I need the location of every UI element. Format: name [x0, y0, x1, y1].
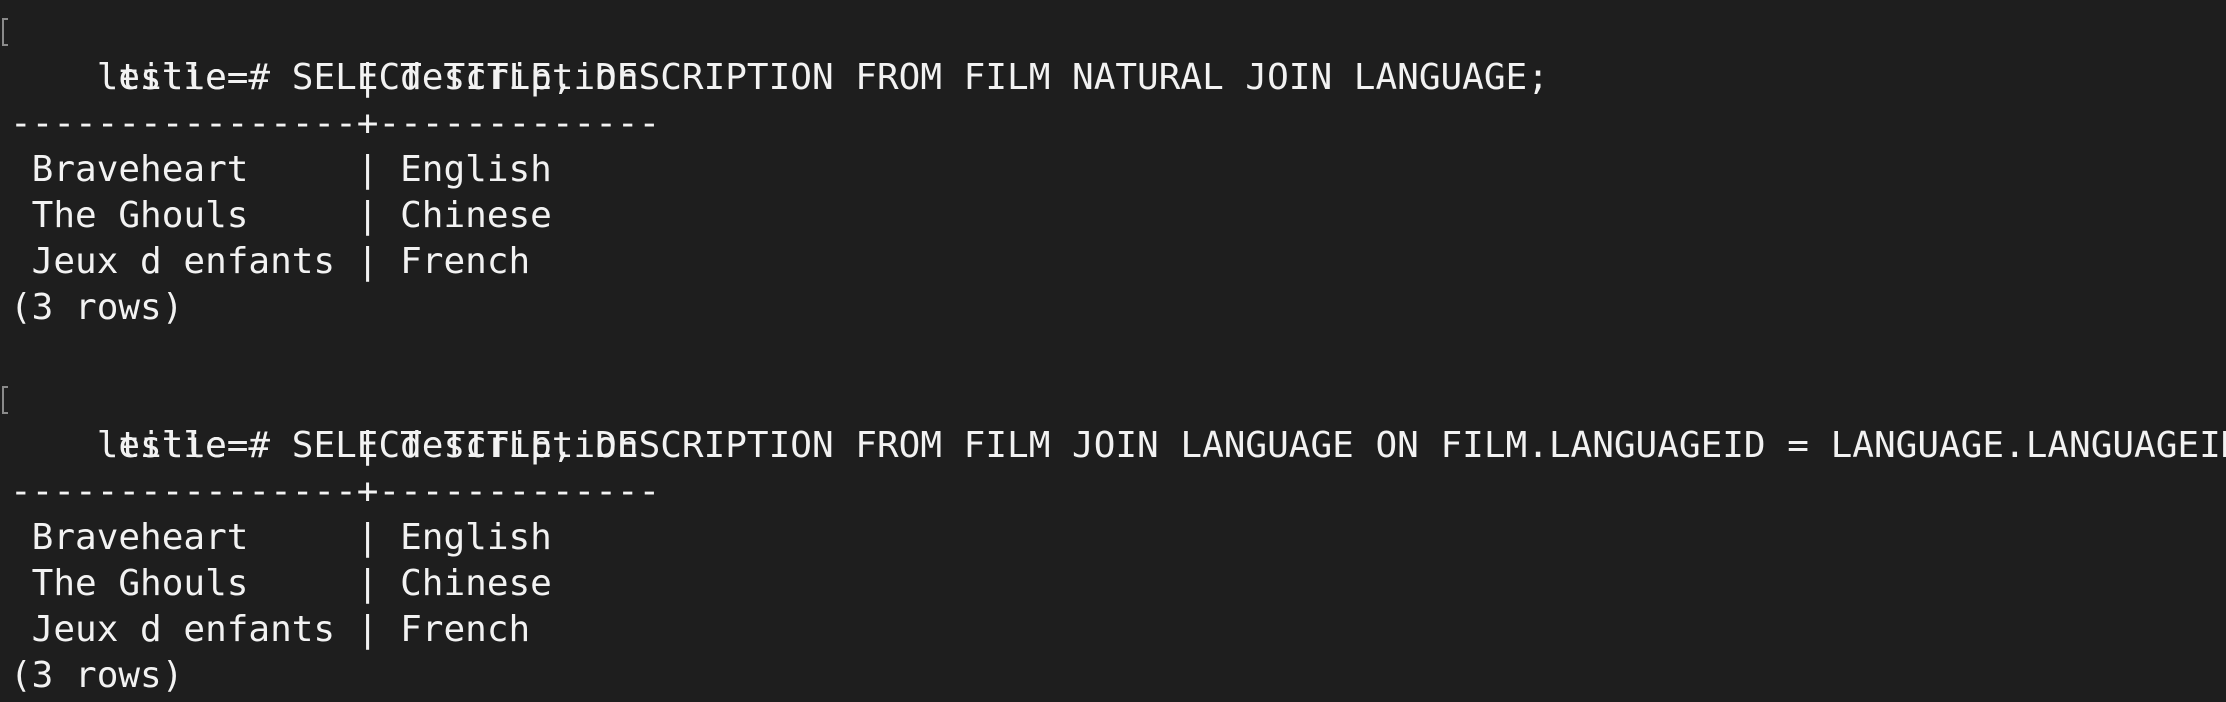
table-row: The Ghouls | Chinese	[10, 195, 552, 236]
result-separator: ----------------+-------------	[10, 471, 661, 512]
result-header: title | description	[10, 425, 639, 466]
terminal-window[interactable]: leslie=# SELECT TITLE, DESCRIPTION FROM …	[0, 0, 2226, 702]
row-count: (3 rows)	[10, 287, 184, 328]
table-row: Jeux d enfants | French	[10, 241, 531, 282]
command-line: leslie=# SELECT TITLE, DESCRIPTION FROM …	[0, 9, 2226, 98]
prompt-marker-icon	[2, 386, 8, 414]
row-count: (3 rows)	[10, 655, 184, 696]
table-row: The Ghouls | Chinese	[10, 563, 552, 604]
table-row: Jeux d enfants | French	[10, 609, 531, 650]
table-row: Braveheart | English	[10, 149, 552, 190]
table-row: Braveheart | English	[10, 517, 552, 558]
command-line: leslie=# SELECT TITLE, DESCRIPTION FROM …	[0, 377, 2226, 466]
prompt-marker-icon	[2, 18, 8, 46]
result-separator: ----------------+-------------	[10, 103, 661, 144]
result-header: title | description	[10, 57, 639, 98]
